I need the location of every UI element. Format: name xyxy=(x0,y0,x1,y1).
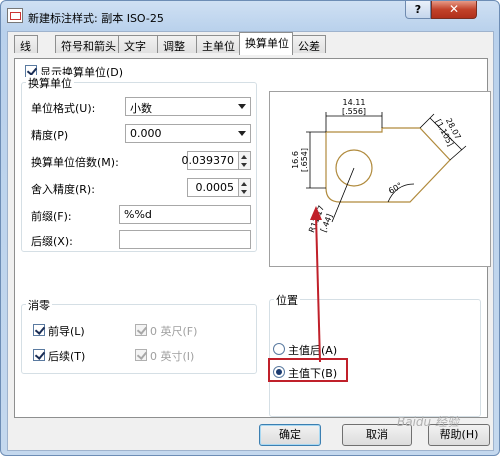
multiplier-value: 0.039370 xyxy=(181,154,235,167)
multiplier-input[interactable]: 0.039370 xyxy=(182,151,239,170)
dim-left: 16.6 xyxy=(291,151,300,169)
after-primary-radio[interactable] xyxy=(273,343,285,355)
unit-format-select[interactable]: 小数 xyxy=(125,97,251,116)
unit-format-label: 单位格式(U): xyxy=(31,102,96,115)
window-title: 新建标注样式: 副本 ISO-25 xyxy=(28,12,164,25)
tab-tolerances[interactable]: 公差 xyxy=(292,35,326,53)
prefix-label: 前缀(F): xyxy=(31,210,72,223)
ok-button[interactable]: 确定 xyxy=(259,424,321,446)
annotation-arrow xyxy=(310,206,322,363)
dim-left-alt: [.654] xyxy=(300,148,309,172)
tab-panel: 显示换算单位(D) 换算单位 单位格式(U): 小数 精度(P) 0.000 换… xyxy=(14,58,491,418)
precision-value: 0.000 xyxy=(130,127,162,140)
precision-label: 精度(P) xyxy=(31,129,69,142)
multiplier-spinner[interactable] xyxy=(238,151,251,170)
preview-pane: 14.11 [.556] 16.6 [.654] 28.07 [1.105] 6… xyxy=(269,91,491,267)
leading-checkbox[interactable] xyxy=(33,324,45,336)
prefix-input[interactable]: %%d xyxy=(119,205,251,224)
title-bar[interactable]: 新建标注样式: 副本 ISO-25 ? ✕ xyxy=(1,1,499,31)
dim-angle: 60° xyxy=(387,181,404,196)
placement-title: 位置 xyxy=(274,292,300,308)
tab-fit[interactable]: 调整 xyxy=(157,35,197,53)
tab-alternate-units[interactable]: 换算单位 xyxy=(239,32,293,55)
tab-symbols-arrows[interactable]: 符号和箭头 xyxy=(55,35,119,53)
round-input[interactable]: 0.0005 xyxy=(187,178,239,197)
dim-top: 14.11 xyxy=(343,98,366,107)
chevron-down-icon xyxy=(238,131,246,136)
round-value: 0.0005 xyxy=(195,181,235,194)
trailing-checkbox[interactable] xyxy=(33,349,45,361)
prefix-value: %%d xyxy=(124,208,152,221)
tab-lines[interactable]: 线 xyxy=(14,35,38,53)
unit-format-value: 小数 xyxy=(130,102,152,115)
round-spinner[interactable] xyxy=(238,178,251,197)
tab-primary-units[interactable]: 主单位 xyxy=(196,35,240,53)
help-title-button[interactable]: ? xyxy=(405,1,431,19)
app-icon xyxy=(7,8,23,23)
close-button[interactable]: ✕ xyxy=(431,1,477,19)
chevron-down-icon xyxy=(238,104,246,109)
feet-checkbox[interactable] xyxy=(135,324,147,336)
precision-select[interactable]: 0.000 xyxy=(125,124,251,143)
trailing-label: 后续(T) xyxy=(48,350,86,363)
zero-suppression-title: 消零 xyxy=(26,297,52,313)
dim-top-alt: [.556] xyxy=(342,107,366,116)
inches-label: 0 英寸(I) xyxy=(150,350,195,363)
alt-units-group-title: 换算单位 xyxy=(26,75,74,91)
feet-label: 0 英尺(F) xyxy=(150,325,198,338)
tab-text[interactable]: 文字 xyxy=(118,35,158,53)
dialog-window: 新建标注样式: 副本 ISO-25 ? ✕ 线 符号和箭头 文字 调整 主单位 … xyxy=(0,0,500,456)
leading-label: 前导(L) xyxy=(48,325,85,338)
inches-checkbox[interactable] xyxy=(135,349,147,361)
watermark: Baidu 经验 xyxy=(397,415,459,429)
dialog-client: 线 符号和箭头 文字 调整 主单位 换算单位 公差 显示换算单位(D) 换算单位… xyxy=(7,31,494,451)
suffix-label: 后缀(X): xyxy=(31,235,73,248)
multiplier-label: 换算单位倍数(M): xyxy=(31,156,119,169)
dimension-preview-drawing: 14.11 [.556] 16.6 [.654] 28.07 [1.105] 6… xyxy=(291,98,467,234)
suffix-input[interactable] xyxy=(119,230,251,249)
round-label: 舍入精度(R): xyxy=(31,183,95,196)
